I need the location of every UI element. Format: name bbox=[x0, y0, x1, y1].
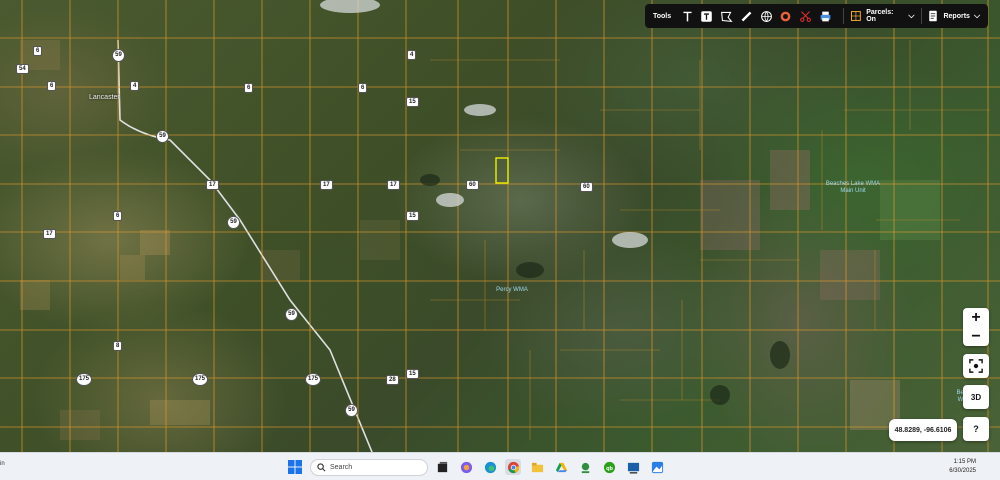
road-shield: 59 bbox=[285, 308, 298, 321]
scissors-icon[interactable] bbox=[798, 8, 814, 24]
town-label: Lancaster bbox=[89, 94, 120, 101]
selected-parcel bbox=[495, 157, 509, 184]
road-shield: 54 bbox=[16, 64, 29, 74]
wma-label: Beaches Lake WMA Main Unit bbox=[825, 181, 881, 194]
reports-icon bbox=[929, 10, 938, 22]
road-shield: 4 bbox=[130, 81, 140, 91]
road-shield: 60 bbox=[466, 180, 479, 190]
taskbar-left-fragment: in bbox=[0, 461, 5, 467]
search-icon bbox=[317, 463, 326, 472]
edge-icon[interactable] bbox=[482, 459, 498, 475]
clock-date: 6/30/2025 bbox=[949, 468, 976, 474]
3d-button[interactable]: 3D bbox=[963, 385, 989, 409]
zoom-control: + − bbox=[963, 308, 989, 346]
coordinates-readout: 48.8289, -96.6106 bbox=[889, 419, 957, 441]
chevron-down-icon: ⌵ bbox=[973, 11, 981, 20]
svg-text:qb: qb bbox=[606, 465, 613, 471]
search-placeholder: Search bbox=[330, 464, 353, 471]
file-explorer-icon[interactable] bbox=[529, 459, 545, 475]
text-tool-icon[interactable] bbox=[679, 8, 695, 24]
satellite-map[interactable]: Lancaster Beaches Lake WMA Main Unit Per… bbox=[0, 0, 1000, 452]
remote-desktop-icon[interactable] bbox=[625, 459, 641, 475]
road-shield: 17 bbox=[320, 180, 333, 190]
parcel-lines bbox=[0, 0, 1000, 452]
text-box-icon[interactable] bbox=[699, 8, 715, 24]
zoom-out-button[interactable]: − bbox=[963, 327, 989, 346]
chevron-down-icon: ⌵ bbox=[908, 11, 915, 20]
system-clock[interactable]: 1:15 PM 6/30/2025 bbox=[949, 458, 976, 476]
road-shield: 6 bbox=[47, 81, 57, 91]
road-shield: 59 bbox=[112, 49, 125, 62]
copilot-icon[interactable] bbox=[458, 459, 474, 475]
reports-dropdown[interactable]: Reports ⌵ bbox=[927, 10, 980, 22]
road-shield: 15 bbox=[406, 211, 419, 221]
road-shield: 17 bbox=[206, 180, 219, 190]
road-shield: 59 bbox=[156, 130, 169, 143]
road-shield: 175 bbox=[305, 373, 321, 386]
wma-label: Percy WMA bbox=[496, 287, 528, 293]
road-shield: 59 bbox=[345, 404, 358, 417]
locate-icon bbox=[969, 359, 983, 373]
road-shield: 17 bbox=[387, 180, 400, 190]
road-shield: 175 bbox=[192, 373, 208, 386]
road-shield: 6 bbox=[113, 211, 123, 221]
road-shield: 6 bbox=[33, 46, 43, 56]
road-shield: 15 bbox=[406, 369, 419, 379]
road-shield: 60 bbox=[580, 182, 593, 192]
road-shield: 17 bbox=[43, 229, 56, 239]
ruler-icon[interactable] bbox=[739, 8, 755, 24]
circle-target-icon[interactable] bbox=[778, 8, 794, 24]
road-shield: 6 bbox=[244, 83, 254, 93]
road-shield: 15 bbox=[406, 97, 419, 107]
help-button[interactable]: ? bbox=[963, 417, 989, 441]
windows-start-icon[interactable] bbox=[288, 460, 302, 474]
parcels-icon bbox=[851, 11, 862, 21]
toolbar-divider bbox=[843, 8, 845, 24]
tools-label: Tools bbox=[653, 12, 672, 20]
road-shield: 6 bbox=[358, 83, 368, 93]
taskbar-search[interactable]: Search bbox=[310, 459, 428, 476]
task-view-icon[interactable] bbox=[434, 459, 450, 475]
road-shield: 4 bbox=[407, 50, 417, 60]
google-drive-icon[interactable] bbox=[553, 459, 569, 475]
chrome-icon[interactable] bbox=[505, 459, 521, 475]
polygon-icon[interactable] bbox=[719, 8, 735, 24]
quickbooks-icon[interactable]: qb bbox=[601, 459, 617, 475]
globe-icon[interactable] bbox=[758, 8, 774, 24]
photos-icon[interactable] bbox=[649, 459, 665, 475]
parcels-label: Parcels: On bbox=[866, 9, 894, 23]
reports-label: Reports bbox=[943, 12, 970, 20]
printer-icon[interactable] bbox=[818, 8, 834, 24]
taskbar: in Search qb 1:15 PM 6/30/2025 bbox=[0, 452, 1000, 480]
road-shield: 8 bbox=[113, 341, 123, 351]
clock-time: 1:15 PM bbox=[953, 459, 976, 465]
maps-app-icon[interactable] bbox=[577, 459, 593, 475]
zoom-in-button[interactable]: + bbox=[963, 308, 989, 327]
locate-button[interactable] bbox=[963, 354, 989, 378]
road-shield: 59 bbox=[227, 216, 240, 229]
road-shield: 28 bbox=[386, 375, 399, 385]
parcels-dropdown[interactable]: Parcels: On ⌵ bbox=[850, 9, 915, 23]
toolbar-divider bbox=[920, 8, 922, 24]
road-shield: 175 bbox=[76, 373, 92, 386]
map-toolbar: Tools Parcels: On ⌵ Reports ⌵ bbox=[645, 4, 988, 28]
